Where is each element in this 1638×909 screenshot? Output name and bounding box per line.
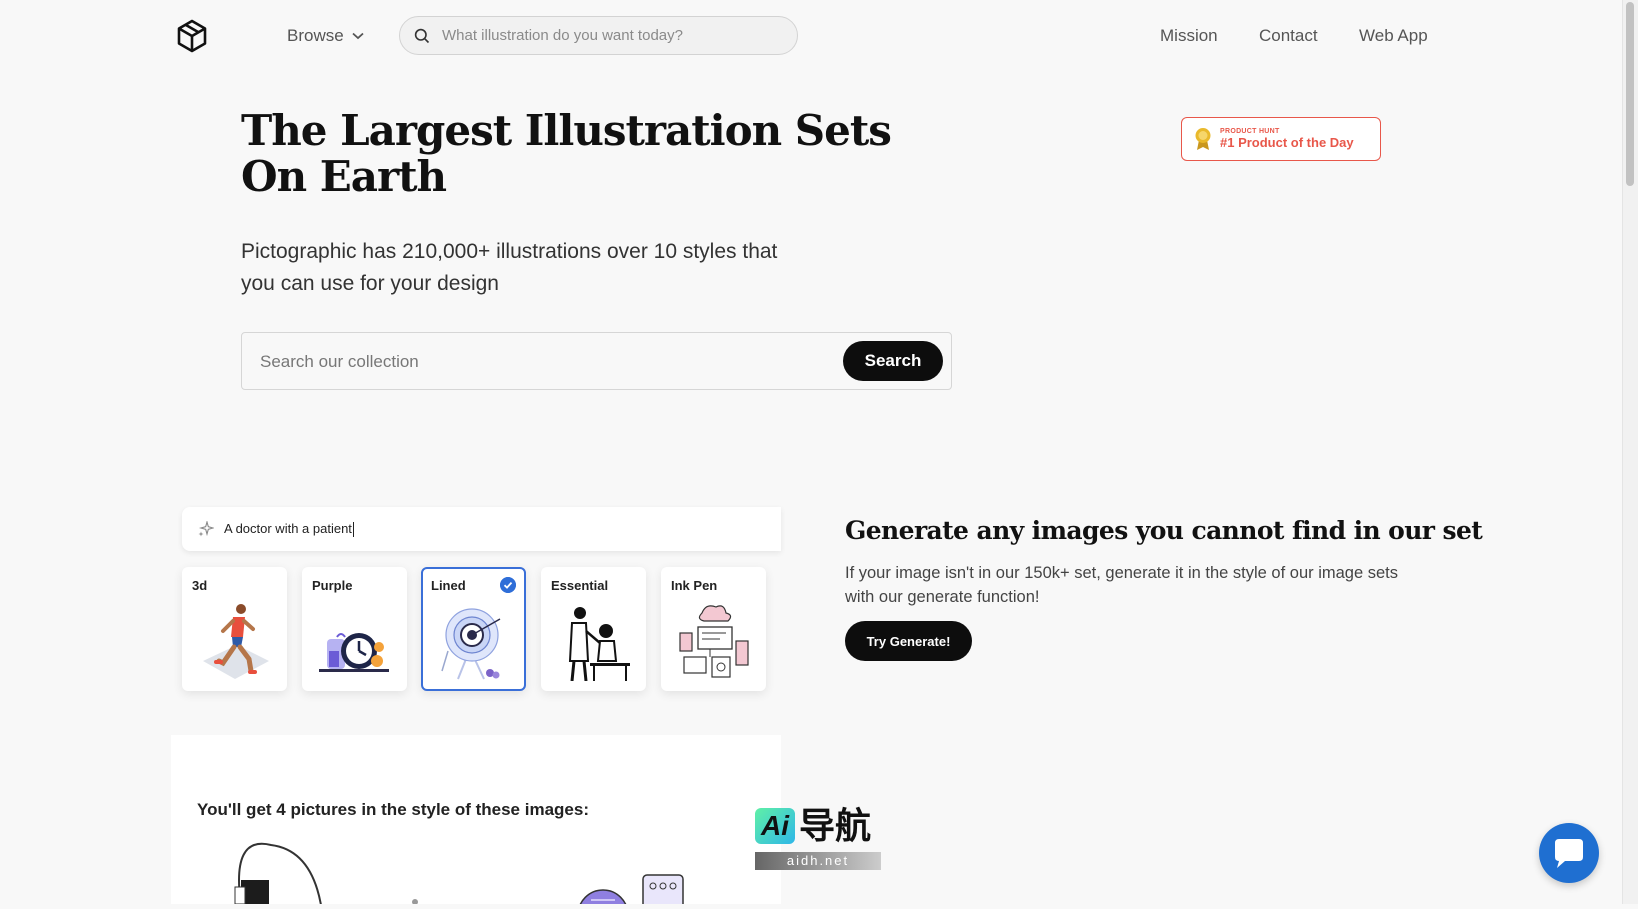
search-button[interactable]: Search xyxy=(843,341,943,381)
chat-button[interactable] xyxy=(1539,823,1599,883)
sparkle-icon xyxy=(198,521,214,537)
logo-icon[interactable] xyxy=(176,19,208,53)
prompt-text: A doctor with a patient xyxy=(224,520,354,538)
style-card-label: 3d xyxy=(192,578,208,593)
hero-search-input[interactable] xyxy=(258,351,782,373)
try-generate-button[interactable]: Try Generate! xyxy=(845,621,972,661)
watermark-url: aidh.net xyxy=(755,852,881,870)
watermark-name: 导航 xyxy=(799,805,872,846)
runner-illustration xyxy=(203,604,269,679)
style-card-label: Purple xyxy=(312,578,353,593)
badge-small-text: PRODUCT HUNT xyxy=(1220,128,1280,135)
scrollbar-thumb[interactable] xyxy=(1626,2,1634,186)
hero-subtitle: Pictographic has 210,000+ illustrations … xyxy=(241,240,778,295)
nav-contact[interactable]: Contact xyxy=(1259,26,1318,46)
browse-label: Browse xyxy=(287,26,344,45)
nav-mission[interactable]: Mission xyxy=(1160,26,1218,46)
top-search-bar[interactable] xyxy=(399,16,798,55)
style-card-purple[interactable]: Purple xyxy=(302,567,407,691)
top-search-input[interactable] xyxy=(440,26,764,45)
style-card-label: Ink Pen xyxy=(671,578,718,593)
page-scrollbar[interactable] xyxy=(1622,0,1638,904)
product-hunt-badge[interactable]: PRODUCT HUNT #1 Product of the Day xyxy=(1181,117,1381,161)
chat-icon xyxy=(1555,839,1583,868)
style-card-label: Essential xyxy=(551,578,609,593)
search-icon xyxy=(414,28,430,43)
style-card-3d[interactable]: 3d xyxy=(182,567,287,691)
chevron-down-icon xyxy=(352,32,364,40)
hero-title: The Largest Illustration Sets On Earth xyxy=(241,106,892,201)
badge-text: PRODUCT HUNT #1 Product of the Day xyxy=(1220,128,1354,150)
generate-title: Generate any images you cannot find in o… xyxy=(845,516,1483,545)
style-card-ink-pen[interactable]: Ink Pen xyxy=(661,567,766,691)
prompt-bar[interactable]: A doctor with a patient xyxy=(182,507,781,551)
style-card-lined[interactable]: Lined xyxy=(421,567,526,691)
badge-big-text: #1 Product of the Day xyxy=(1220,135,1354,150)
result-description: You'll get 4 pictures in the style of th… xyxy=(197,800,589,819)
doctor-patient-illustration xyxy=(568,607,630,681)
style-card-essential[interactable]: Essential xyxy=(541,567,646,691)
award-icon xyxy=(1195,128,1211,150)
style-card-label: Lined xyxy=(431,578,466,593)
hero-search-bar: Search xyxy=(241,332,952,390)
nav-web-app[interactable]: Web App xyxy=(1359,26,1428,46)
check-icon xyxy=(500,577,516,593)
watermark-badge: Ai xyxy=(755,808,795,844)
text-caret xyxy=(352,522,354,538)
watermark-logo: Ai 导航 aidh.net xyxy=(755,805,881,873)
browse-menu[interactable]: Browse xyxy=(287,26,364,46)
target-illustration xyxy=(441,608,501,680)
devices-illustration xyxy=(679,605,749,678)
generate-text: If your image isn't in our 150k+ set, ge… xyxy=(845,564,1398,606)
clock-illustration xyxy=(319,633,389,672)
